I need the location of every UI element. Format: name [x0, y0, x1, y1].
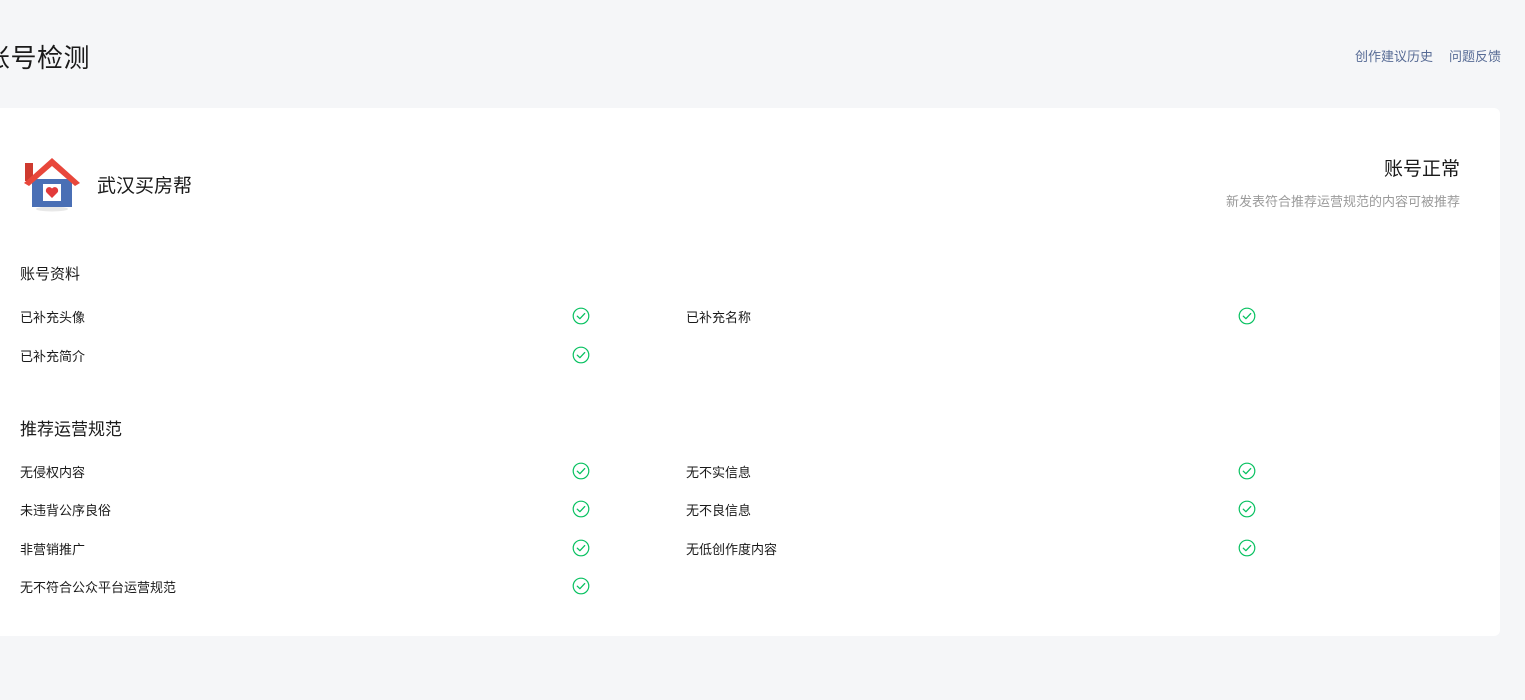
- check-circle-icon: [572, 346, 590, 364]
- suggestion-history-link[interactable]: 创作建议历史: [1355, 46, 1433, 65]
- section-title-rules: 推荐运营规范: [20, 420, 122, 440]
- status-title: 账号正常: [1383, 158, 1460, 180]
- page: 账号检测 创作建议历史 问题反馈 武汉买房帮 账号正常 新发表符合推荐运营规范的…: [0, 0, 1525, 700]
- check-item: 已补充简介: [20, 345, 590, 365]
- check-circle-icon: [572, 462, 590, 480]
- check-item: 无低创作度内容: [686, 538, 1256, 558]
- check-item-label: 已补充简介: [20, 349, 86, 365]
- check-item: 已补充名称: [686, 306, 1256, 326]
- check-item-label: 无不符合公众平台运营规范: [20, 580, 177, 596]
- check-item-label: 未违背公序良俗: [20, 503, 112, 519]
- check-circle-icon: [572, 577, 590, 595]
- check-item-label: 无低创作度内容: [686, 542, 778, 558]
- check-item: 无侵权内容: [20, 461, 590, 481]
- check-item: 无不符合公众平台运营规范: [20, 576, 590, 596]
- check-circle-icon: [572, 500, 590, 518]
- check-item-label: 已补充名称: [686, 310, 752, 326]
- check-item-label: 无不实信息: [686, 465, 752, 481]
- feedback-link[interactable]: 问题反馈: [1449, 46, 1501, 65]
- check-circle-icon: [1238, 462, 1256, 480]
- check-item-label: 已补充头像: [20, 310, 86, 326]
- check-item: 非营销推广: [20, 538, 590, 558]
- check-circle-icon: [1238, 500, 1256, 518]
- check-item-label: 无侵权内容: [20, 465, 86, 481]
- check-item-label: 无不良信息: [686, 503, 752, 519]
- account-status: 账号正常 新发表符合推荐运营规范的内容可被推荐: [1226, 154, 1460, 210]
- account-header: 武汉买房帮: [22, 154, 192, 214]
- check-item: 无不良信息: [686, 499, 1256, 519]
- check-circle-icon: [572, 539, 590, 557]
- section-title-profile: 账号资料: [20, 265, 81, 283]
- check-circle-icon: [1238, 307, 1256, 325]
- check-item-label: 非营销推广: [20, 542, 86, 558]
- house-heart-icon: [24, 158, 80, 212]
- status-description: 新发表符合推荐运营规范的内容可被推荐: [1225, 195, 1460, 210]
- check-item: 未违背公序良俗: [20, 499, 590, 519]
- check-item: 已补充头像: [20, 306, 590, 326]
- check-circle-icon: [572, 307, 590, 325]
- check-circle-icon: [1238, 539, 1256, 557]
- top-links: 创作建议历史 问题反馈: [1355, 46, 1501, 65]
- check-item: 无不实信息: [686, 461, 1256, 481]
- account-check-card: 武汉买房帮 账号正常 新发表符合推荐运营规范的内容可被推荐 账号资料 已补充头像…: [0, 108, 1500, 636]
- page-title: 账号检测: [0, 44, 91, 74]
- account-name: 武汉买房帮: [97, 174, 193, 197]
